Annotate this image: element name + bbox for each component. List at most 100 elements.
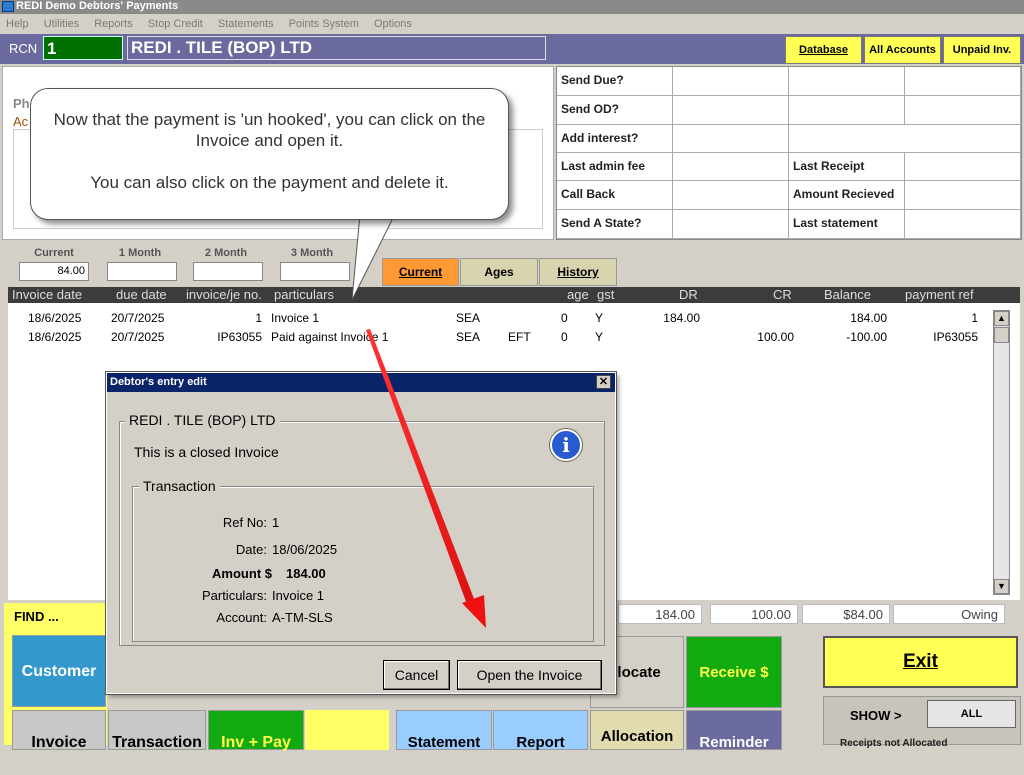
call-back-value[interactable] [673, 181, 789, 210]
allocation-button[interactable]: Allocation [590, 710, 684, 750]
callout-tail [351, 214, 396, 301]
menu-reports[interactable]: Reports [88, 14, 139, 34]
cell-gst: Y [595, 330, 604, 344]
cell-payref: 1 [971, 311, 978, 325]
menu-stop-credit[interactable]: Stop Credit [142, 14, 209, 34]
send-a-state-label: Send A State? [557, 210, 673, 239]
col-invoice-no: invoice/je no. [186, 287, 262, 302]
unpaid-inv-button[interactable]: Unpaid Inv. [943, 36, 1021, 64]
col-cr: CR [773, 287, 792, 302]
age-2month-value [193, 262, 263, 281]
table-header: Invoice date due date invoice/je no. par… [8, 287, 1020, 303]
age-1month-value [107, 262, 177, 281]
callout-text-2: You can also click on the payment and de… [90, 173, 449, 192]
age-current-value: 84.00 [19, 262, 89, 281]
cell-invno: IP63055 [217, 330, 262, 344]
find-transaction-button[interactable]: Transaction [108, 710, 206, 751]
tab-history[interactable]: History [539, 258, 617, 286]
col-due-date: due date [116, 287, 167, 302]
age-2month-label: 2 Month [204, 247, 248, 259]
age-1month-label: 1 Month [118, 247, 162, 259]
rcn-input[interactable]: 1 [43, 36, 123, 60]
last-statement-label: Last statement [789, 210, 905, 239]
find-customer-button[interactable]: Customer [12, 635, 106, 707]
cell-age: 0 [561, 330, 568, 344]
group-title: REDI . TILE (BOP) LTD [125, 412, 280, 428]
statement-button[interactable]: Statement [396, 710, 492, 751]
dialog-title-bar: Debtor's entry edit ✕ [107, 373, 615, 392]
receive-button[interactable]: Receive $ [686, 636, 782, 708]
tutorial-callout: Now that the payment is 'un hooked', you… [30, 88, 509, 220]
menu-help[interactable]: Help [0, 14, 35, 34]
total-status: Owing [893, 604, 1005, 624]
send-due-value[interactable] [673, 67, 789, 96]
total-dr: 184.00 [618, 604, 702, 624]
send-a-state-value[interactable] [673, 210, 789, 239]
send-od-label: Send OD? [557, 96, 673, 125]
show-label: SHOW > [850, 708, 902, 723]
cell-due: 20/7/2025 [111, 311, 165, 325]
table-row[interactable]: 18/6/2025 20/7/2025 1 Invoice 1 SEA 0 Y … [8, 311, 988, 329]
cancel-button[interactable]: Cancel [383, 660, 450, 690]
open-invoice-button[interactable]: Open the Invoice [457, 660, 602, 690]
account-label: Account: [216, 610, 267, 625]
reminder-button[interactable]: Reminder [686, 710, 782, 751]
menu-options[interactable]: Options [368, 14, 418, 34]
cell-particulars: Paid against Invoice 1 [271, 330, 389, 344]
send-od-value[interactable] [673, 96, 789, 125]
scroll-up-icon[interactable]: ▲ [994, 311, 1009, 326]
last-admin-fee-value [673, 153, 789, 181]
receipts-not-allocated[interactable]: Receipts not Allocated [840, 738, 947, 749]
title-bar: REDI Demo Debtors' Payments [0, 0, 1024, 14]
cell-invno: 1 [255, 311, 262, 325]
cell-code: SEA [456, 330, 481, 344]
exit-button[interactable]: Exit [823, 636, 1018, 688]
add-interest-value[interactable] [673, 125, 789, 153]
menu-points-system[interactable]: Points System [283, 14, 365, 34]
col-gst: gst [597, 287, 615, 302]
amount-received-value [905, 181, 1021, 210]
info-grid: Send Due? Send OD? Add interest? Last ad… [556, 66, 1022, 240]
col-dr: DR [679, 287, 698, 302]
menu-bar: Help Utilities Reports Stop Credit State… [0, 14, 1024, 34]
cell-type: EFT [508, 330, 531, 344]
col-age: age [567, 287, 589, 302]
closed-invoice-message: This is a closed Invoice [134, 444, 279, 460]
table-scrollbar[interactable]: ▲ ▼ [993, 310, 1010, 595]
table-row[interactable]: 18/6/2025 20/7/2025 IP63055 Paid against… [8, 330, 988, 348]
find-invoice-button[interactable]: Invoice [12, 710, 106, 751]
cell-date: 18/6/2025 [28, 330, 82, 344]
cell-due: 20/7/2025 [111, 330, 165, 344]
cell-balance: 184.00 [850, 311, 887, 325]
cell-age: 0 [561, 311, 568, 325]
close-icon[interactable]: ✕ [596, 375, 611, 389]
account-label: Ac [13, 114, 29, 129]
database-button[interactable]: Database [785, 36, 862, 64]
cell-balance: -100.00 [846, 330, 887, 344]
report-button[interactable]: Report [493, 710, 588, 751]
inv-pay-button[interactable]: Inv + Pay [208, 710, 304, 751]
grid-cell [905, 96, 1021, 125]
rcn-label: RCN [9, 41, 38, 56]
grid-cell [905, 67, 1021, 96]
tab-ages[interactable]: Ages [460, 258, 538, 286]
grid-cell [789, 125, 1021, 153]
scroll-thumb[interactable] [994, 327, 1009, 343]
show-all-button[interactable]: ALL [927, 700, 1016, 728]
last-admin-fee-label: Last admin fee [557, 153, 673, 181]
grid-cell [789, 67, 905, 96]
menu-utilities[interactable]: Utilities [38, 14, 85, 34]
date-value: 18/06/2025 [272, 542, 338, 557]
all-accounts-button[interactable]: All Accounts [864, 36, 941, 64]
scroll-down-icon[interactable]: ▼ [994, 579, 1009, 594]
call-back-label: Call Back [557, 181, 673, 210]
particulars-value: Invoice 1 [272, 588, 325, 603]
debtor-entry-dialog: Debtor's entry edit ✕ REDI . TILE (BOP) … [105, 371, 617, 695]
last-receipt-value [905, 153, 1021, 181]
ref-no-label: Ref No: [222, 515, 267, 530]
total-cr: 100.00 [710, 604, 798, 624]
total-balance: $84.00 [802, 604, 890, 624]
add-interest-label: Add interest? [557, 125, 673, 153]
menu-statements[interactable]: Statements [212, 14, 280, 34]
cell-dr: 184.00 [663, 311, 700, 325]
